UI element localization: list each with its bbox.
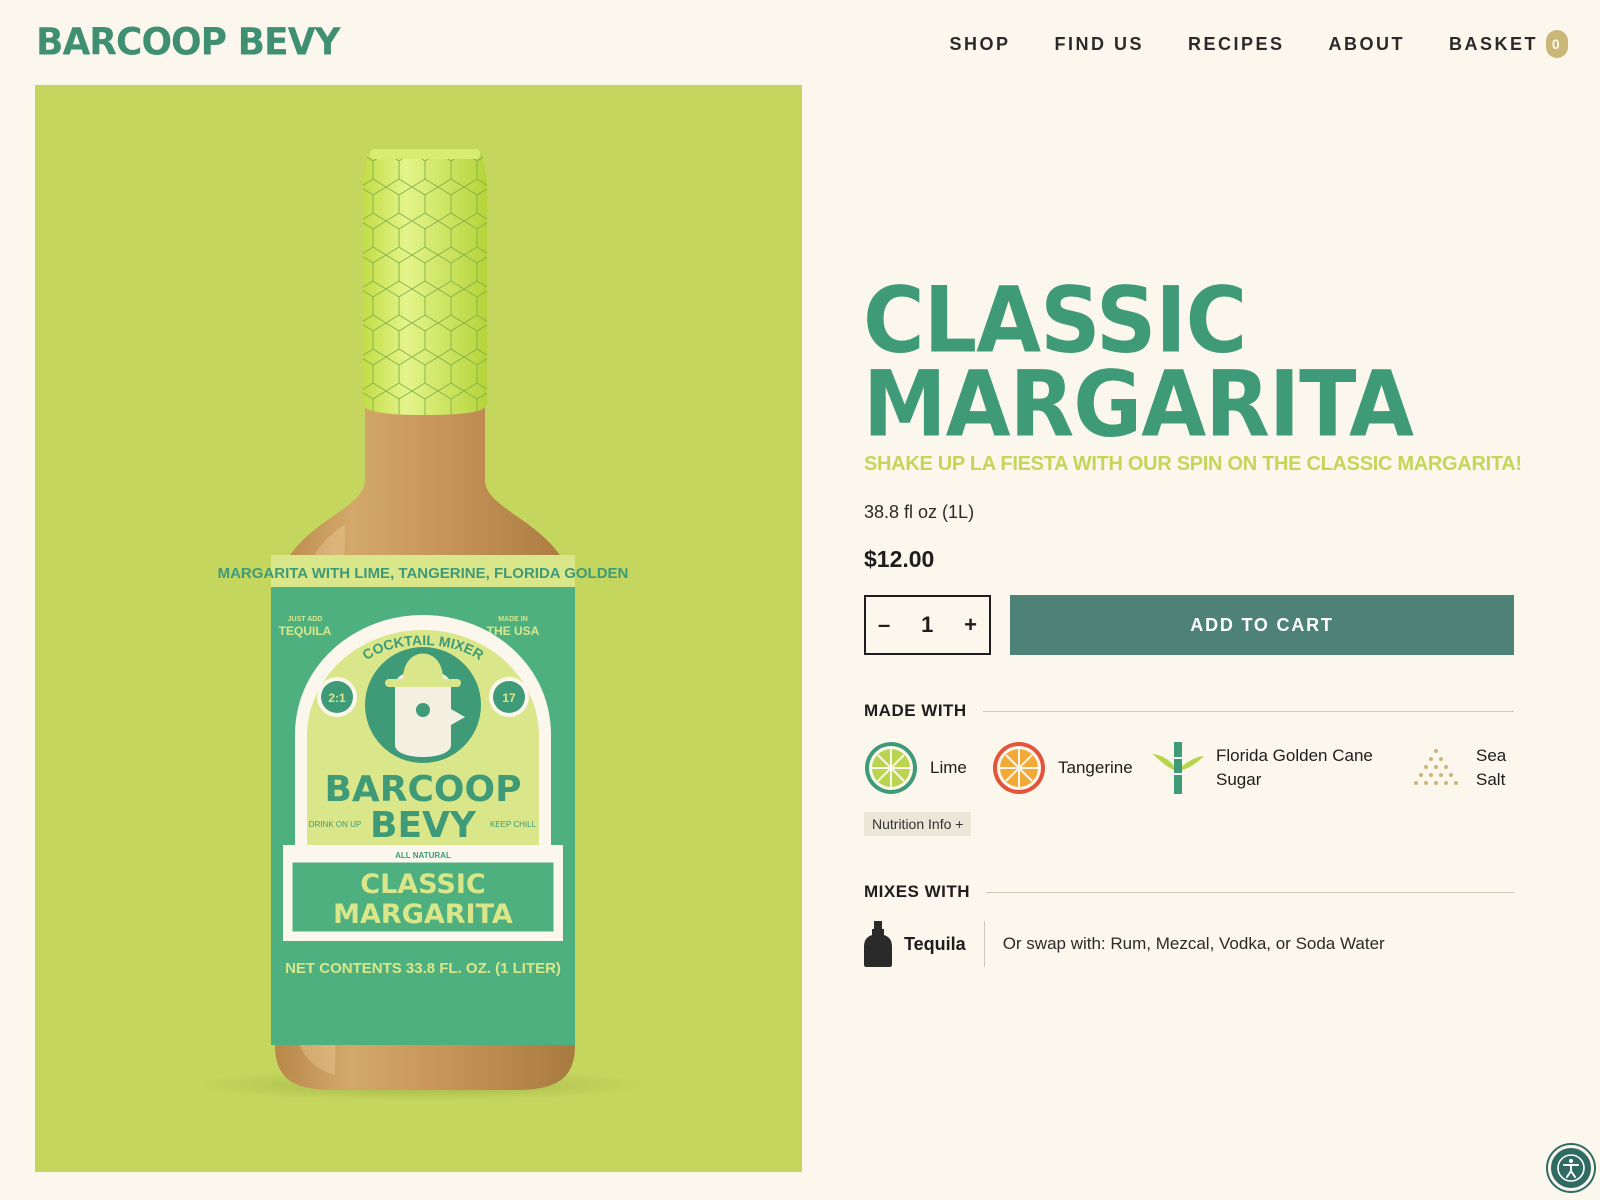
product-title-line2: MARGARITA [863, 351, 1414, 458]
ingredient-tangerine: Tangerine [992, 738, 1133, 798]
label-brand-line1: BARCOOP [324, 769, 521, 810]
ingredient-lime: Lime [864, 738, 967, 798]
sugar-cane-icon [1152, 742, 1204, 794]
nav-recipes[interactable]: RECIPES [1188, 34, 1285, 55]
accessibility-icon [1557, 1154, 1585, 1182]
tangerine-icon [993, 742, 1045, 794]
section-divider [982, 710, 1514, 712]
label-made-in: MADE IN [498, 616, 528, 623]
ingredient-list: Lime Tangerine Florida Golden Cane Sugar [864, 738, 1514, 798]
label-name-line2: MARGARITA [333, 899, 513, 930]
nutrition-info-toggle[interactable]: Nutrition Info + [864, 812, 972, 836]
label-band-text: MARGARITA WITH LIME, TANGERINE, FLORIDA … [218, 565, 629, 582]
label-ratio: 2:1 [328, 691, 346, 705]
mixes-with-alternatives: Or swap with: Rum, Mezcal, Vodka, or Sod… [1002, 934, 1385, 953]
ingredient-label-line2: Sugar [1216, 770, 1262, 789]
accessibility-button[interactable] [1548, 1145, 1594, 1191]
mixes-with-heading: MIXES WITH [864, 882, 971, 901]
product-price: $12.00 [864, 546, 935, 572]
lime-icon [865, 742, 917, 794]
nav-about[interactable]: ABOUT [1328, 34, 1405, 55]
ingredient-sugar-cane: Florida Golden Cane Sugar [1150, 738, 1373, 798]
brand-logo[interactable]: BARCOOP BEVY [36, 21, 341, 64]
product-title: CLASSIC MARGARITA [863, 275, 1414, 450]
ingredient-label-line1: Florida Golden Cane [1216, 746, 1373, 765]
mixes-with-row: Tequila Or swap with: Rum, Mezcal, Vodka… [864, 918, 1385, 970]
label-drink-on-up: DRINK ON UP [309, 820, 361, 829]
ingredient-label: Florida Golden Cane Sugar [1216, 744, 1373, 792]
vertical-divider [983, 921, 985, 967]
nav-shop[interactable]: SHOP [949, 34, 1010, 55]
qty-decrease-button[interactable]: – [878, 612, 890, 638]
ingredient-label-line1: Sea [1476, 746, 1507, 765]
qty-increase-button[interactable]: + [964, 612, 977, 638]
label-keep-chill: KEEP CHILL [490, 820, 537, 829]
mixes-with-header: MIXES WITH [864, 882, 1514, 902]
product-image: MARGARITA WITH LIME, TANGERINE, FLORIDA … [35, 85, 802, 1172]
label-name-line1: CLASSIC [360, 869, 485, 900]
product-size: 38.8 fl oz (1L) [864, 502, 975, 522]
label-makes-count: 17 [502, 691, 516, 705]
product-tagline: SHAKE UP LA FIESTA WITH OUR SPIN ON THE … [864, 453, 1522, 475]
label-brand-line2: BEVY [370, 805, 477, 846]
basket-label: BASKET [1448, 33, 1538, 54]
made-with-header: MADE WITH [864, 701, 1514, 721]
nav-find-us[interactable]: FIND US [1054, 34, 1144, 55]
quantity-stepper: – 1 + [864, 595, 991, 655]
nav-basket[interactable]: BASKET 0 [1449, 30, 1568, 58]
label-all-natural: ALL NATURAL [395, 851, 451, 860]
label-net-contents: NET CONTENTS 33.8 FL. OZ. (1 LITER) [285, 960, 561, 977]
bottle-illustration: MARGARITA WITH LIME, TANGERINE, FLORIDA … [190, 149, 650, 1101]
ingredient-label-line2: Salt [1476, 770, 1506, 789]
main-nav: SHOP FIND US RECIPES ABOUT BASKET 0 [905, 30, 1568, 58]
ingredient-sea-salt: Sea Salt [1408, 738, 1506, 798]
ingredient-label: Lime [930, 758, 967, 777]
label-tequila: TEQUILA [279, 624, 332, 638]
label-just-add: JUST ADD [288, 616, 323, 623]
ingredient-label: Sea Salt [1476, 744, 1506, 792]
section-divider [986, 891, 1514, 893]
basket-count-badge: 0 [1546, 30, 1568, 58]
ingredient-label: Tangerine [1058, 758, 1133, 777]
qty-value[interactable]: 1 [921, 612, 933, 638]
tequila-bottle-icon [864, 921, 892, 967]
sea-salt-icon [1414, 749, 1458, 785]
made-with-heading: MADE WITH [864, 701, 967, 720]
mixes-with-primary: Tequila [904, 933, 966, 954]
add-to-cart-button[interactable]: ADD TO CART [1010, 595, 1514, 655]
